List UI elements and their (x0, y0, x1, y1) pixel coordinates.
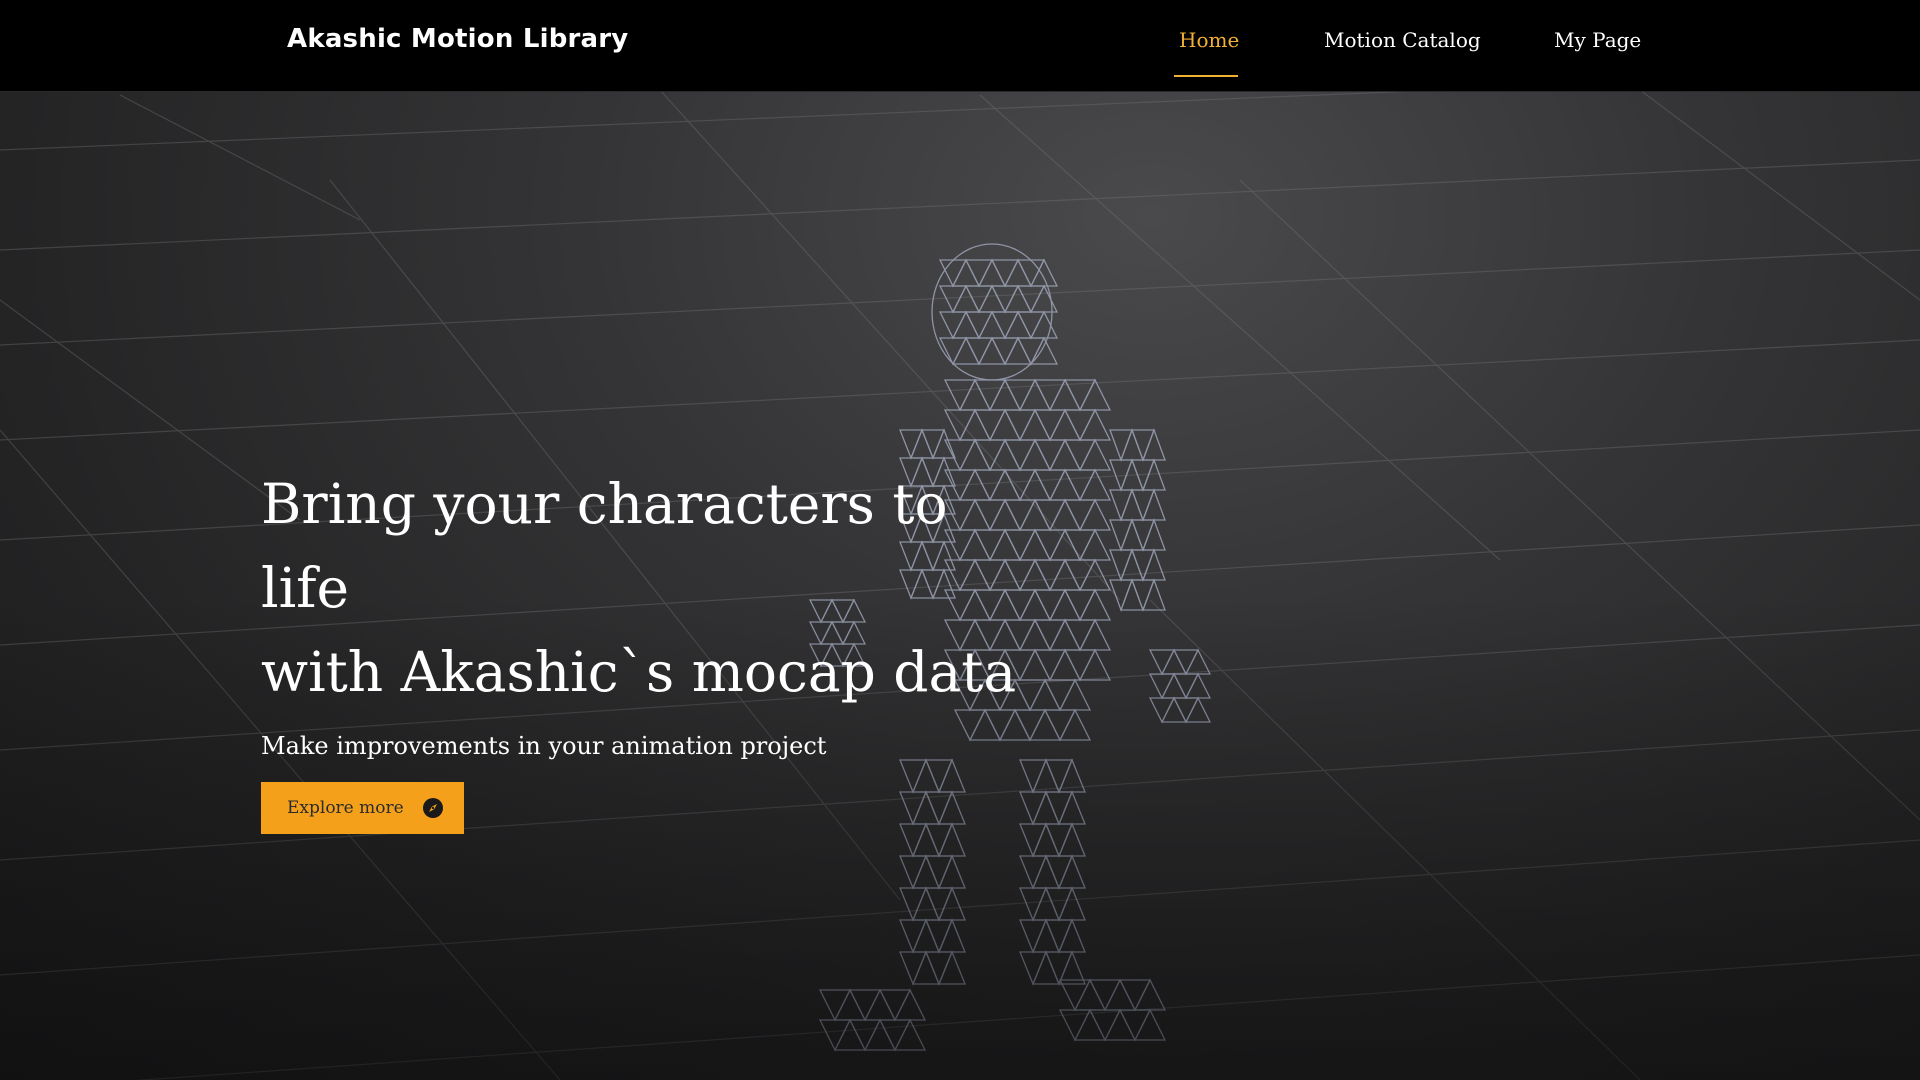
nav-my-page[interactable]: My Page (1554, 28, 1641, 52)
hero-subheadline: Make improvements in your animation proj… (261, 732, 827, 760)
nav-active-underline (1174, 75, 1238, 77)
nav-home[interactable]: Home (1179, 28, 1239, 52)
compass-icon (423, 798, 443, 818)
hero-headline-line-1: Bring your characters to life (261, 472, 948, 620)
hero-section: Bring your characters to life with Akash… (261, 462, 1021, 834)
page: Akashic Motion Library Home Motion Catal… (0, 0, 1920, 1080)
top-navigation-bar: Akashic Motion Library Home Motion Catal… (0, 0, 1920, 92)
explore-more-label: Explore more (287, 798, 404, 818)
brand-logo[interactable]: Akashic Motion Library (287, 24, 628, 54)
explore-more-button[interactable]: Explore more (261, 782, 464, 834)
nav-motion-catalog[interactable]: Motion Catalog (1324, 28, 1481, 52)
hero-headline-line-2: with Akashic`s mocap data (261, 640, 1017, 704)
hero-headline: Bring your characters to life with Akash… (261, 462, 1021, 714)
